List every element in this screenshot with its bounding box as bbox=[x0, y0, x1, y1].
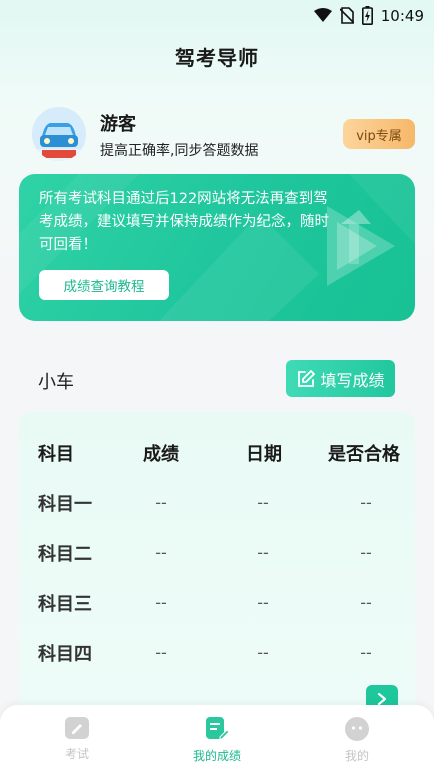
nav-item-my-score[interactable]: 我的成绩 bbox=[167, 717, 267, 764]
table-cell-date: -- bbox=[257, 543, 269, 562]
table-cell-pass: -- bbox=[360, 593, 372, 612]
profile-face-icon bbox=[345, 717, 369, 741]
fill-score-label: 填写成绩 bbox=[320, 370, 385, 390]
edit-icon bbox=[298, 369, 316, 387]
car-avatar-icon bbox=[32, 107, 86, 161]
status-time: 10:49 bbox=[380, 6, 424, 25]
table-cell-date: -- bbox=[257, 593, 269, 612]
nav-label-my-score: 我的成绩 bbox=[192, 749, 241, 763]
table-row-subject: 科目二 bbox=[38, 544, 92, 565]
wifi-icon bbox=[313, 8, 332, 22]
nav-item-mine[interactable]: 我的 bbox=[307, 717, 407, 764]
chevron-right-icon bbox=[377, 692, 387, 706]
page-title: 驾考导师 bbox=[175, 46, 259, 70]
table-header-date: 日期 bbox=[246, 444, 282, 465]
table-row-subject: 科目三 bbox=[38, 594, 92, 615]
table-cell-score: -- bbox=[155, 493, 167, 512]
nav-label-exam: 考试 bbox=[64, 747, 89, 761]
table-cell-score: -- bbox=[155, 593, 167, 612]
table-cell-date: -- bbox=[257, 643, 269, 662]
no-sim-icon bbox=[339, 7, 354, 24]
table-cell-pass: -- bbox=[360, 493, 372, 512]
score-query-tutorial-button[interactable]: 成绩查询教程 bbox=[39, 270, 169, 300]
table-cell-score: -- bbox=[155, 543, 167, 562]
table-header-subject: 科目 bbox=[38, 444, 74, 465]
table-cell-pass: -- bbox=[360, 543, 372, 562]
score-sheet-icon bbox=[206, 717, 229, 740]
table-header-score: 成绩 bbox=[143, 444, 179, 465]
user-name: 游客 bbox=[100, 114, 136, 135]
status-icons: 10:49 bbox=[313, 6, 424, 25]
user-subtitle: 提高正确率,同步答题数据 bbox=[100, 143, 259, 159]
pencil-icon bbox=[65, 717, 89, 739]
score-tip-banner: 所有考试科目通过后122网站将无法再查到驾考成绩，建议填写并保持成绩作为纪念，随… bbox=[19, 174, 415, 321]
car-type-label: 小车 bbox=[38, 372, 74, 393]
vip-badge[interactable]: vip专属 bbox=[343, 119, 415, 149]
table-row-subject: 科目一 bbox=[38, 494, 92, 515]
avatar[interactable] bbox=[32, 107, 86, 161]
table-header-pass: 是否合格 bbox=[328, 444, 400, 465]
table-row-subject: 科目四 bbox=[38, 644, 92, 665]
table-cell-date: -- bbox=[257, 493, 269, 512]
nav-label-mine: 我的 bbox=[344, 749, 369, 763]
banner-text: 所有考试科目通过后122网站将无法再查到驾考成绩，建议填写并保持成绩作为纪念，随… bbox=[39, 191, 329, 253]
table-cell-pass: -- bbox=[360, 643, 372, 662]
table-cell-score: -- bbox=[155, 643, 167, 662]
status-bar: 10:49 bbox=[0, 0, 434, 32]
bottom-nav: 考试 我的成绩 我的 bbox=[0, 705, 434, 773]
fill-score-button[interactable]: 填写成绩 bbox=[286, 360, 395, 397]
nav-item-exam[interactable]: 考试 bbox=[27, 717, 127, 762]
battery-charging-icon bbox=[361, 6, 373, 25]
